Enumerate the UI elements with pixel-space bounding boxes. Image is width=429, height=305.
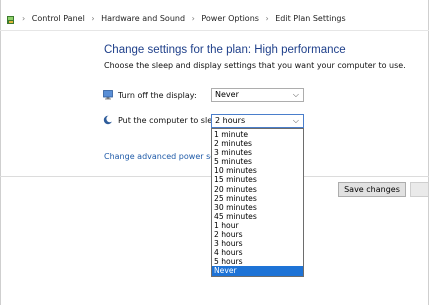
sleep-option[interactable]: 3 minutes [212,148,303,157]
sleep-timeout-label: Put the computer to sleep: [118,116,225,125]
sleep-option[interactable]: 5 minutes [212,157,303,166]
display-timeout-label: Turn off the display: [118,91,197,100]
sleep-option[interactable]: Never [212,266,303,276]
sleep-option[interactable]: 30 minutes [212,203,303,212]
moon-icon [103,115,113,125]
display-timeout-value: Never [215,90,239,99]
breadcrumb-separator: › [91,14,95,23]
page-title: Change settings for the plan: High perfo… [104,44,346,56]
page-subtitle: Choose the sleep and display settings th… [104,61,406,70]
breadcrumb-separator: › [265,14,269,23]
sleep-option[interactable]: 2 minutes [212,139,303,148]
breadcrumb-separator: › [191,14,195,23]
sleep-option[interactable]: 10 minutes [212,166,303,175]
sleep-option[interactable]: 5 hours [212,257,303,266]
cancel-button[interactable] [410,182,429,197]
save-changes-button[interactable]: Save changes [338,182,406,197]
sleep-option[interactable]: 2 hours [212,230,303,239]
chevron-down-icon: ⌵ [292,90,299,99]
display-timeout-select[interactable]: Never ⌵ [211,88,304,102]
breadcrumb-separator: › [22,14,26,23]
sleep-option[interactable]: 1 minute [212,130,303,139]
breadcrumb-bar: › Control Panel › Hardware and Sound › P… [0,0,429,31]
control-panel-icon [7,16,14,24]
sleep-option[interactable]: 3 hours [212,239,303,248]
sleep-option[interactable]: 1 hour [212,221,303,230]
sleep-options-dropdown: 1 minute 2 minutes 3 minutes 5 minutes 10 mi… [211,128,304,277]
breadcrumb-item-hardware-and-sound[interactable]: Hardware and Sound [101,14,185,23]
breadcrumb: › Control Panel › Hardware and Sound › P… [18,14,346,23]
chevron-down-icon: ⌵ [292,116,299,125]
breadcrumb-item-edit-plan-settings[interactable]: Edit Plan Settings [275,14,345,23]
sleep-option[interactable]: 4 hours [212,248,303,257]
sleep-option[interactable]: 15 minutes [212,175,303,184]
breadcrumb-item-power-options[interactable]: Power Options [201,14,259,23]
sleep-timeout-value: 2 hours [215,116,246,125]
breadcrumb-item-control-panel[interactable]: Control Panel [32,14,85,23]
sleep-option[interactable]: 20 minutes [212,185,303,194]
sleep-timeout-select[interactable]: 2 hours ⌵ [211,114,304,128]
sleep-option[interactable]: 45 minutes [212,212,303,221]
sleep-option[interactable]: 25 minutes [212,194,303,203]
monitor-icon [103,90,113,100]
